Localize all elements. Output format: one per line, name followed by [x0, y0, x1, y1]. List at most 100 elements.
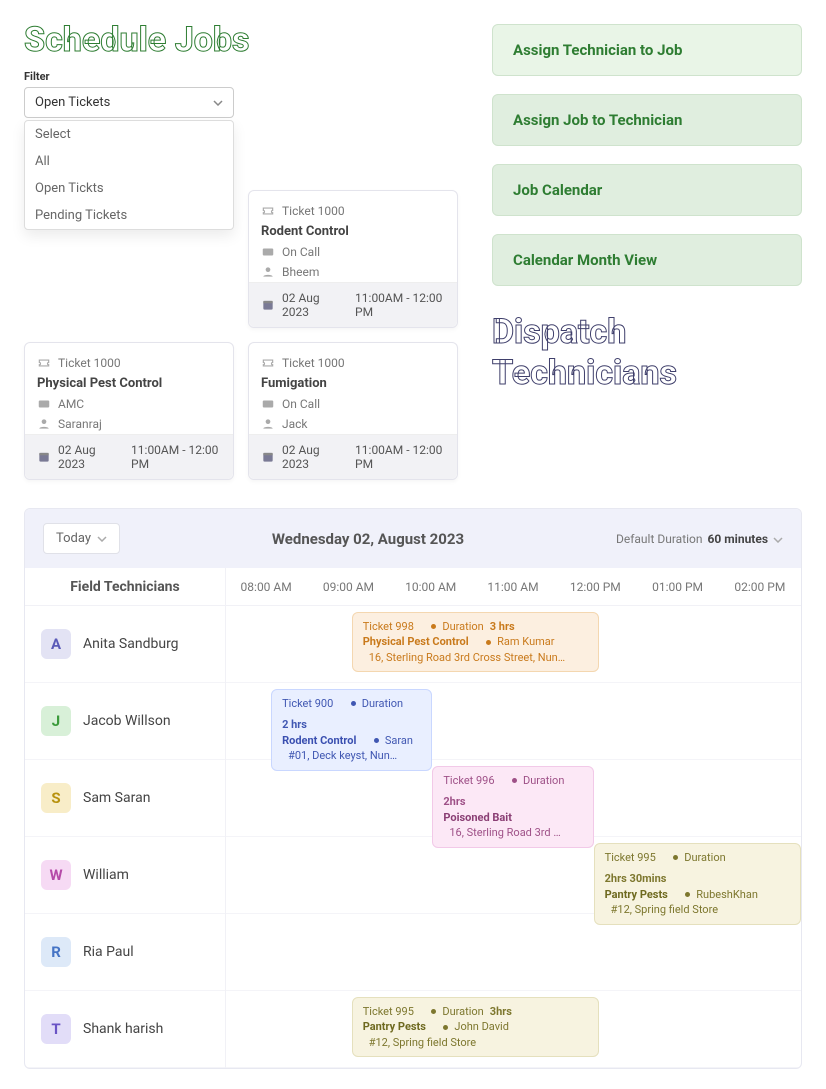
- job-ticket: Ticket 996: [443, 773, 494, 788]
- job-contact: Saran: [385, 733, 413, 748]
- dispatch-technicians-title: Dispatch Technicians: [492, 312, 802, 394]
- ticket-icon: [261, 204, 275, 218]
- job-duration: 3hrs: [490, 1004, 512, 1019]
- time-column-header: 12:00 PM: [554, 568, 636, 605]
- filter-option[interactable]: All: [25, 148, 233, 175]
- avatar: W: [41, 860, 71, 890]
- contract-icon: [261, 397, 275, 411]
- chevron-down-icon: [213, 95, 223, 110]
- job-service: Pantry Pests: [363, 1019, 426, 1034]
- ticket-card[interactable]: Ticket 1000FumigationOn CallJack02 Aug 2…: [248, 342, 458, 480]
- technician-row: W William Ticket 995 Duration 2hrs 30minsP…: [25, 837, 801, 914]
- job-duration-label: Duration: [362, 696, 403, 711]
- default-duration-select[interactable]: Default Duration 60 minutes: [616, 532, 783, 546]
- job-ticket: Ticket 995: [605, 850, 656, 865]
- time-column-header: 10:00 AM: [390, 568, 472, 605]
- technician-cell[interactable]: T Shank harish: [25, 998, 225, 1060]
- technician-cell[interactable]: SSam Saran: [25, 767, 225, 829]
- technician-row: A Anita Sandburg Ticket 998 Duration 3 hrs…: [25, 606, 801, 683]
- assign-technician-to-job-button[interactable]: Assign Technician to Job: [492, 24, 802, 76]
- avatar: A: [41, 629, 71, 659]
- timeline-lane[interactable]: Ticket 995 Duration 2hrs 30minsPantry Pe…: [225, 837, 801, 913]
- technician-cell[interactable]: JJacob Willson: [25, 690, 225, 752]
- job-duration-label: Duration: [442, 1004, 483, 1019]
- technician-cell[interactable]: W William: [25, 844, 225, 906]
- chevron-down-icon: [773, 532, 783, 546]
- job-ticket: Ticket 998: [363, 619, 414, 634]
- ticket-icon: [261, 356, 275, 370]
- timeline-lane[interactable]: [225, 914, 801, 990]
- timeline-lane[interactable]: Ticket 995 Duration 3hrsPantry Pests Joh…: [225, 991, 801, 1067]
- technician-name: Anita Sandburg: [83, 636, 179, 652]
- ticket-card[interactable]: Ticket 1000Physical Pest ControlAMCSaran…: [24, 342, 234, 480]
- time-column-header: 01:00 PM: [636, 568, 718, 605]
- technician-cell[interactable]: A Anita Sandburg: [25, 613, 225, 675]
- technician-name: Ria Paul: [83, 944, 134, 960]
- today-button[interactable]: Today: [43, 523, 120, 554]
- technician-name: William: [83, 867, 129, 883]
- timeline-lane[interactable]: Ticket 900 Duration 2 hrsRodent Control …: [225, 683, 801, 759]
- technician-name: Jacob Willson: [83, 713, 171, 729]
- job-address: 16, Sterling Road 3rd Cross Street, Nun…: [369, 650, 565, 665]
- job-card[interactable]: Ticket 996 Duration 2hrsPoisoned Bait 16…: [432, 766, 593, 848]
- timeline-date: Wednesday 02, August 2023: [272, 530, 464, 548]
- ticket-technician: Jack: [282, 417, 308, 431]
- technician-cell[interactable]: R Ria Paul: [25, 921, 225, 983]
- ticket-card[interactable]: Ticket 1000 Rodent Control On Call Bheem 02 …: [248, 190, 458, 328]
- ticket-id: Ticket 1000: [58, 356, 121, 370]
- job-duration-label: Duration: [442, 619, 483, 634]
- user-icon: [261, 265, 275, 279]
- chevron-down-icon: [97, 531, 107, 546]
- calendar-icon: [261, 450, 275, 464]
- dispatch-timeline: Today Wednesday 02, August 2023 Default …: [24, 508, 802, 1069]
- ticket-technician: Saranraj: [58, 417, 102, 431]
- job-card[interactable]: Ticket 998 Duration 3 hrsPhysical Pest C…: [352, 612, 600, 672]
- avatar: R: [41, 937, 71, 967]
- filter-label: Filter: [24, 70, 464, 83]
- ticket-time: 11:00AM - 12:00 PM: [355, 443, 445, 471]
- ticket-contract: On Call: [282, 245, 320, 259]
- time-column-header: 08:00 AM: [225, 568, 307, 605]
- filter-dropdown[interactable]: SelectAllOpen TicktsPending Tickets: [24, 120, 234, 230]
- timeline-lane[interactable]: Ticket 996 Duration 2hrsPoisoned Bait 16…: [225, 760, 801, 836]
- ticket-card-list: Ticket 1000General Pest ControlAMCRam Ku…: [24, 190, 464, 480]
- time-column-header: 11:00 AM: [472, 568, 554, 605]
- job-service: Physical Pest Control: [363, 634, 469, 649]
- job-calendar-button[interactable]: Job Calendar: [492, 164, 802, 216]
- ticket-technician: Bheem: [282, 265, 319, 279]
- technician-row: R Ria Paul: [25, 914, 801, 991]
- assign-job-to-technician-button[interactable]: Assign Job to Technician: [492, 94, 802, 146]
- technician-name: Shank harish: [83, 1021, 163, 1037]
- job-duration-label: Duration: [523, 773, 564, 788]
- field-technicians-header: Field Technicians: [25, 568, 225, 605]
- calendar-icon: [37, 450, 51, 464]
- job-contact: RubeshKhan: [696, 887, 758, 902]
- contract-icon: [37, 397, 51, 411]
- ticket-date: 02 Aug 2023: [282, 443, 338, 471]
- avatar: T: [41, 1014, 71, 1044]
- job-duration: 2 hrs: [282, 717, 307, 732]
- job-duration-label: Duration: [684, 850, 725, 865]
- technician-row: TShank harishTicket 995 Duration 3hrsPan…: [25, 991, 801, 1068]
- filter-option[interactable]: Select: [25, 121, 233, 148]
- today-label: Today: [56, 531, 91, 546]
- ticket-id: Ticket 1000: [282, 204, 345, 218]
- filter-option[interactable]: Open Tickts: [25, 175, 233, 202]
- filter-option[interactable]: Pending Tickets: [25, 202, 233, 229]
- ticket-contract: On Call: [282, 397, 320, 411]
- avatar: S: [41, 783, 71, 813]
- ticket-service: Rodent Control: [249, 221, 457, 242]
- job-card[interactable]: Ticket 995 Duration 2hrs 30minsPantry Pe…: [594, 843, 801, 925]
- technician-row: SSam SaranTicket 996 Duration 2hrsPoison…: [25, 760, 801, 837]
- time-column-header: 09:00 AM: [307, 568, 389, 605]
- timeline-lane[interactable]: Ticket 998 Duration 3 hrsPhysical Pest C…: [225, 606, 801, 682]
- calendar-month-view-button[interactable]: Calendar Month View: [492, 234, 802, 286]
- ticket-icon: [37, 356, 51, 370]
- ticket-date: 02 Aug 2023: [282, 291, 338, 319]
- user-icon: [261, 417, 275, 431]
- job-service: Poisoned Bait: [443, 810, 512, 825]
- job-card[interactable]: Ticket 995 Duration 3hrsPantry Pests Joh…: [352, 997, 600, 1057]
- job-card[interactable]: Ticket 900 Duration 2 hrsRodent Control …: [271, 689, 432, 771]
- ticket-service: Fumigation: [249, 373, 457, 394]
- filter-select[interactable]: Open Tickets: [24, 87, 234, 118]
